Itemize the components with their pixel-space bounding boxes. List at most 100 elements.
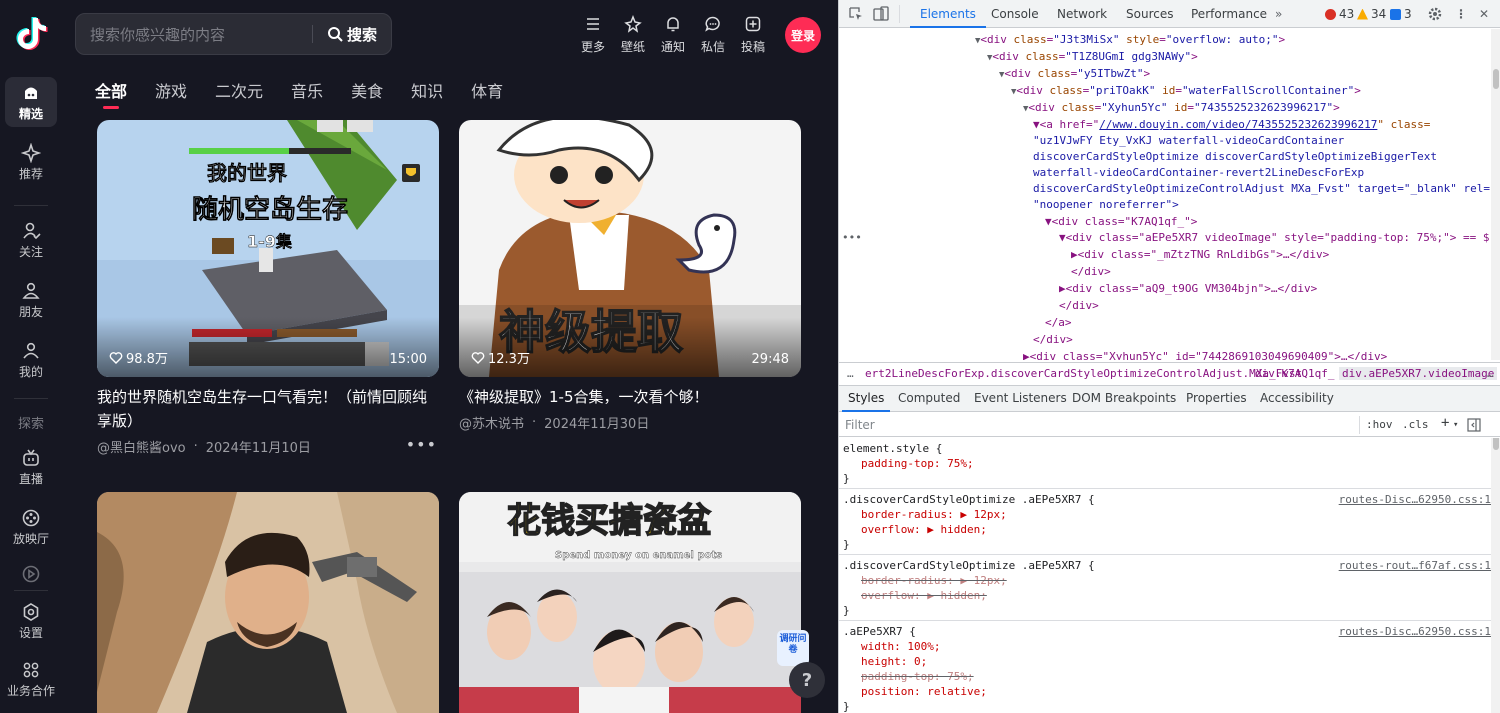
- rule-property-overridden[interactable]: overflow: ▶ hidden;: [861, 589, 987, 603]
- info-count[interactable]: 3: [1390, 7, 1412, 21]
- rule-property[interactable]: padding-top: 75%;: [861, 457, 974, 471]
- dom-node-mztz[interactable]: ▶<div class="_mZtzTNG RnLdibGs">…</div>: [1071, 247, 1329, 263]
- dom-node[interactable]: ▼<div class="T1Z8UGmI gdg3NAWy">: [987, 49, 1198, 66]
- dom-node[interactable]: ▼<div class="J3t3MiSx" style="overflow: …: [975, 32, 1285, 49]
- sidebar-item-friends[interactable]: 朋友: [5, 275, 57, 325]
- breadcrumb-item[interactable]: div.K7AQ1qf_: [1255, 367, 1334, 380]
- tab-elements[interactable]: Elements: [910, 0, 986, 28]
- sidebar-item-business[interactable]: 业务合作: [3, 654, 59, 704]
- video-thumbnail[interactable]: 神级提取 12.3万 29:48: [459, 120, 801, 377]
- rule-source-link[interactable]: routes-Disc…62950.css:1: [1339, 493, 1491, 506]
- new-rule-caret-icon[interactable]: ▾: [1453, 420, 1458, 430]
- tab-sports[interactable]: 体育: [471, 78, 503, 110]
- header-more[interactable]: 更多: [573, 15, 613, 55]
- rule-property-overridden[interactable]: padding-top: 75%;: [861, 670, 974, 684]
- login-button[interactable]: 登录: [785, 17, 821, 53]
- tab-console[interactable]: Console: [991, 0, 1039, 28]
- toggle-sidebar-icon[interactable]: [1467, 418, 1481, 432]
- header-upload[interactable]: 投稿: [733, 15, 773, 55]
- more-tabs-icon[interactable]: »: [1275, 0, 1282, 28]
- subtab-properties[interactable]: Properties: [1186, 386, 1247, 412]
- subtab-styles[interactable]: Styles: [841, 386, 891, 412]
- tab-all[interactable]: 全部: [95, 78, 127, 110]
- rule-selector[interactable]: element.style {: [843, 442, 942, 456]
- dom-scrollbar-thumb[interactable]: [1493, 69, 1499, 89]
- close-icon[interactable]: ✕: [1479, 0, 1489, 28]
- subtab-event-listeners[interactable]: Event Listeners: [974, 386, 1067, 412]
- video-card[interactable]: 我的世界 随机空岛生存 1-9集 98.8万 15:00 我的世界随机空岛生存一…: [97, 120, 439, 456]
- styles-scrollbar-thumb[interactable]: [1493, 438, 1499, 450]
- video-title[interactable]: 《神级提取》1-5合集，一次看个够！: [459, 385, 801, 409]
- error-count[interactable]: 43: [1325, 7, 1354, 21]
- rule-source-link[interactable]: routes-Disc…62950.css:1: [1339, 625, 1491, 638]
- error-icon: [1325, 8, 1336, 20]
- styles-filter-input[interactable]: Filter: [845, 418, 875, 432]
- subtab-dom-breakpoints[interactable]: DOM Breakpoints: [1072, 386, 1176, 412]
- search-input[interactable]: 搜索你感兴趣的内容: [76, 24, 312, 45]
- sidebar-item-live[interactable]: 直播: [5, 442, 57, 492]
- subtab-computed[interactable]: Computed: [898, 386, 960, 412]
- dom-node-aq9[interactable]: ▶<div class="aQ9_t9OG VM304bjn">…</div>: [1059, 281, 1317, 297]
- tab-games[interactable]: 游戏: [155, 78, 187, 110]
- sidebar-item-theater[interactable]: 放映厅: [5, 502, 57, 552]
- breadcrumb-item[interactable]: ert2LineDescForExp.discoverCardStyleOpti…: [865, 367, 1302, 380]
- dom-node-next-card[interactable]: ▶<div class="Xyhun5Yc" id="7442869103049…: [1023, 349, 1387, 360]
- video-thumbnail[interactable]: 花钱买搪瓷盆 Spend money on enamel pots: [459, 492, 801, 713]
- tab-knowledge[interactable]: 知识: [411, 78, 443, 110]
- video-author[interactable]: @苏木说书: [459, 413, 524, 432]
- subtab-accessibility[interactable]: Accessibility: [1260, 386, 1334, 412]
- rule-property[interactable]: border-radius: ▶ 12px;: [861, 508, 1007, 522]
- video-title[interactable]: 我的世界随机空岛生存一口气看完！（前情回顾纯享版）: [97, 385, 439, 433]
- survey-badge[interactable]: 调研问卷: [777, 630, 809, 666]
- breadcrumb-item-selected[interactable]: div.aEPe5XR7.videoImage: [1339, 367, 1498, 380]
- dom-node[interactable]: ▼<div class="priTOakK" id="waterFallScro…: [1011, 83, 1361, 100]
- new-rule-button[interactable]: +: [1441, 415, 1449, 431]
- tab-performance[interactable]: Performance: [1191, 0, 1267, 28]
- rule-property-overridden[interactable]: border-radius: ▶ 12px;: [861, 574, 1007, 588]
- tab-music[interactable]: 音乐: [291, 78, 323, 110]
- video-thumbnail[interactable]: 我的世界 随机空岛生存 1-9集 98.8万 15:00: [97, 120, 439, 377]
- search-button[interactable]: 搜索: [313, 24, 391, 45]
- rule-property[interactable]: overflow: ▶ hidden;: [861, 523, 987, 537]
- sidebar-item-recommend[interactable]: 推荐: [5, 137, 57, 187]
- tab-anime[interactable]: 二次元: [215, 78, 263, 110]
- video-card[interactable]: [97, 492, 439, 713]
- settings-gear-icon[interactable]: [1427, 6, 1443, 22]
- tab-network[interactable]: Network: [1057, 0, 1107, 28]
- more-options-icon[interactable]: •••: [406, 435, 437, 454]
- dom-scrollbar[interactable]: [1491, 29, 1500, 360]
- rule-selector[interactable]: .discoverCardStyleOptimize .aEPe5XR7 {: [843, 559, 1095, 573]
- douyin-logo-icon[interactable]: [13, 14, 49, 52]
- inspect-element-icon[interactable]: [848, 6, 864, 22]
- header-wallpaper[interactable]: 壁纸: [613, 15, 653, 55]
- tab-sources[interactable]: Sources: [1126, 0, 1173, 28]
- warning-count[interactable]: 34: [1357, 7, 1386, 21]
- video-card[interactable]: 花钱买搪瓷盆 Spend money on enamel pots: [459, 492, 801, 713]
- tab-food[interactable]: 美食: [351, 78, 383, 110]
- dom-node-k7aq[interactable]: ▼<div class="K7AQ1qf_">: [1045, 214, 1197, 230]
- video-thumbnail[interactable]: [97, 492, 439, 713]
- rule-property[interactable]: height: 0;: [861, 655, 927, 669]
- device-toolbar-icon[interactable]: [873, 6, 889, 22]
- rule-source-link[interactable]: routes-rout…f67af.css:1: [1339, 559, 1491, 572]
- video-card[interactable]: 神级提取 12.3万 29:48 《神级提取》1-5合集，一次看个够！ @苏木说…: [459, 120, 801, 432]
- sidebar-item-settings[interactable]: 设置: [5, 596, 57, 646]
- rule-property[interactable]: position: relative;: [861, 685, 987, 699]
- dom-node[interactable]: ▼<div class="y5ITbwZt">: [999, 66, 1150, 83]
- video-author[interactable]: @黑白熊酱ovo: [97, 437, 186, 456]
- styles-scrollbar[interactable]: [1491, 438, 1500, 713]
- rule-property[interactable]: width: 100%;: [861, 640, 940, 654]
- help-button[interactable]: ?: [789, 662, 825, 698]
- dom-node[interactable]: ▼<div class="Xyhun5Yc" id="7435525232623…: [1023, 100, 1340, 117]
- sidebar-item-following[interactable]: 关注: [5, 215, 57, 265]
- kebab-menu-icon[interactable]: ⋮: [1455, 0, 1467, 28]
- rule-selector[interactable]: .discoverCardStyleOptimize .aEPe5XR7 {: [843, 493, 1095, 507]
- header-notifications[interactable]: 通知: [653, 15, 693, 55]
- dom-node-anchor[interactable]: ▼<a href="//www.douyin.com/video/7435525…: [1033, 117, 1430, 133]
- header-messages[interactable]: 私信: [693, 15, 733, 55]
- sidebar-item-featured[interactable]: 精选: [5, 77, 57, 127]
- hov-toggle[interactable]: :hov: [1366, 418, 1393, 431]
- rule-selector[interactable]: .aEPe5XR7 {: [843, 625, 916, 639]
- cls-toggle[interactable]: .cls: [1402, 418, 1429, 431]
- sidebar-item-mine[interactable]: 我的: [5, 335, 57, 385]
